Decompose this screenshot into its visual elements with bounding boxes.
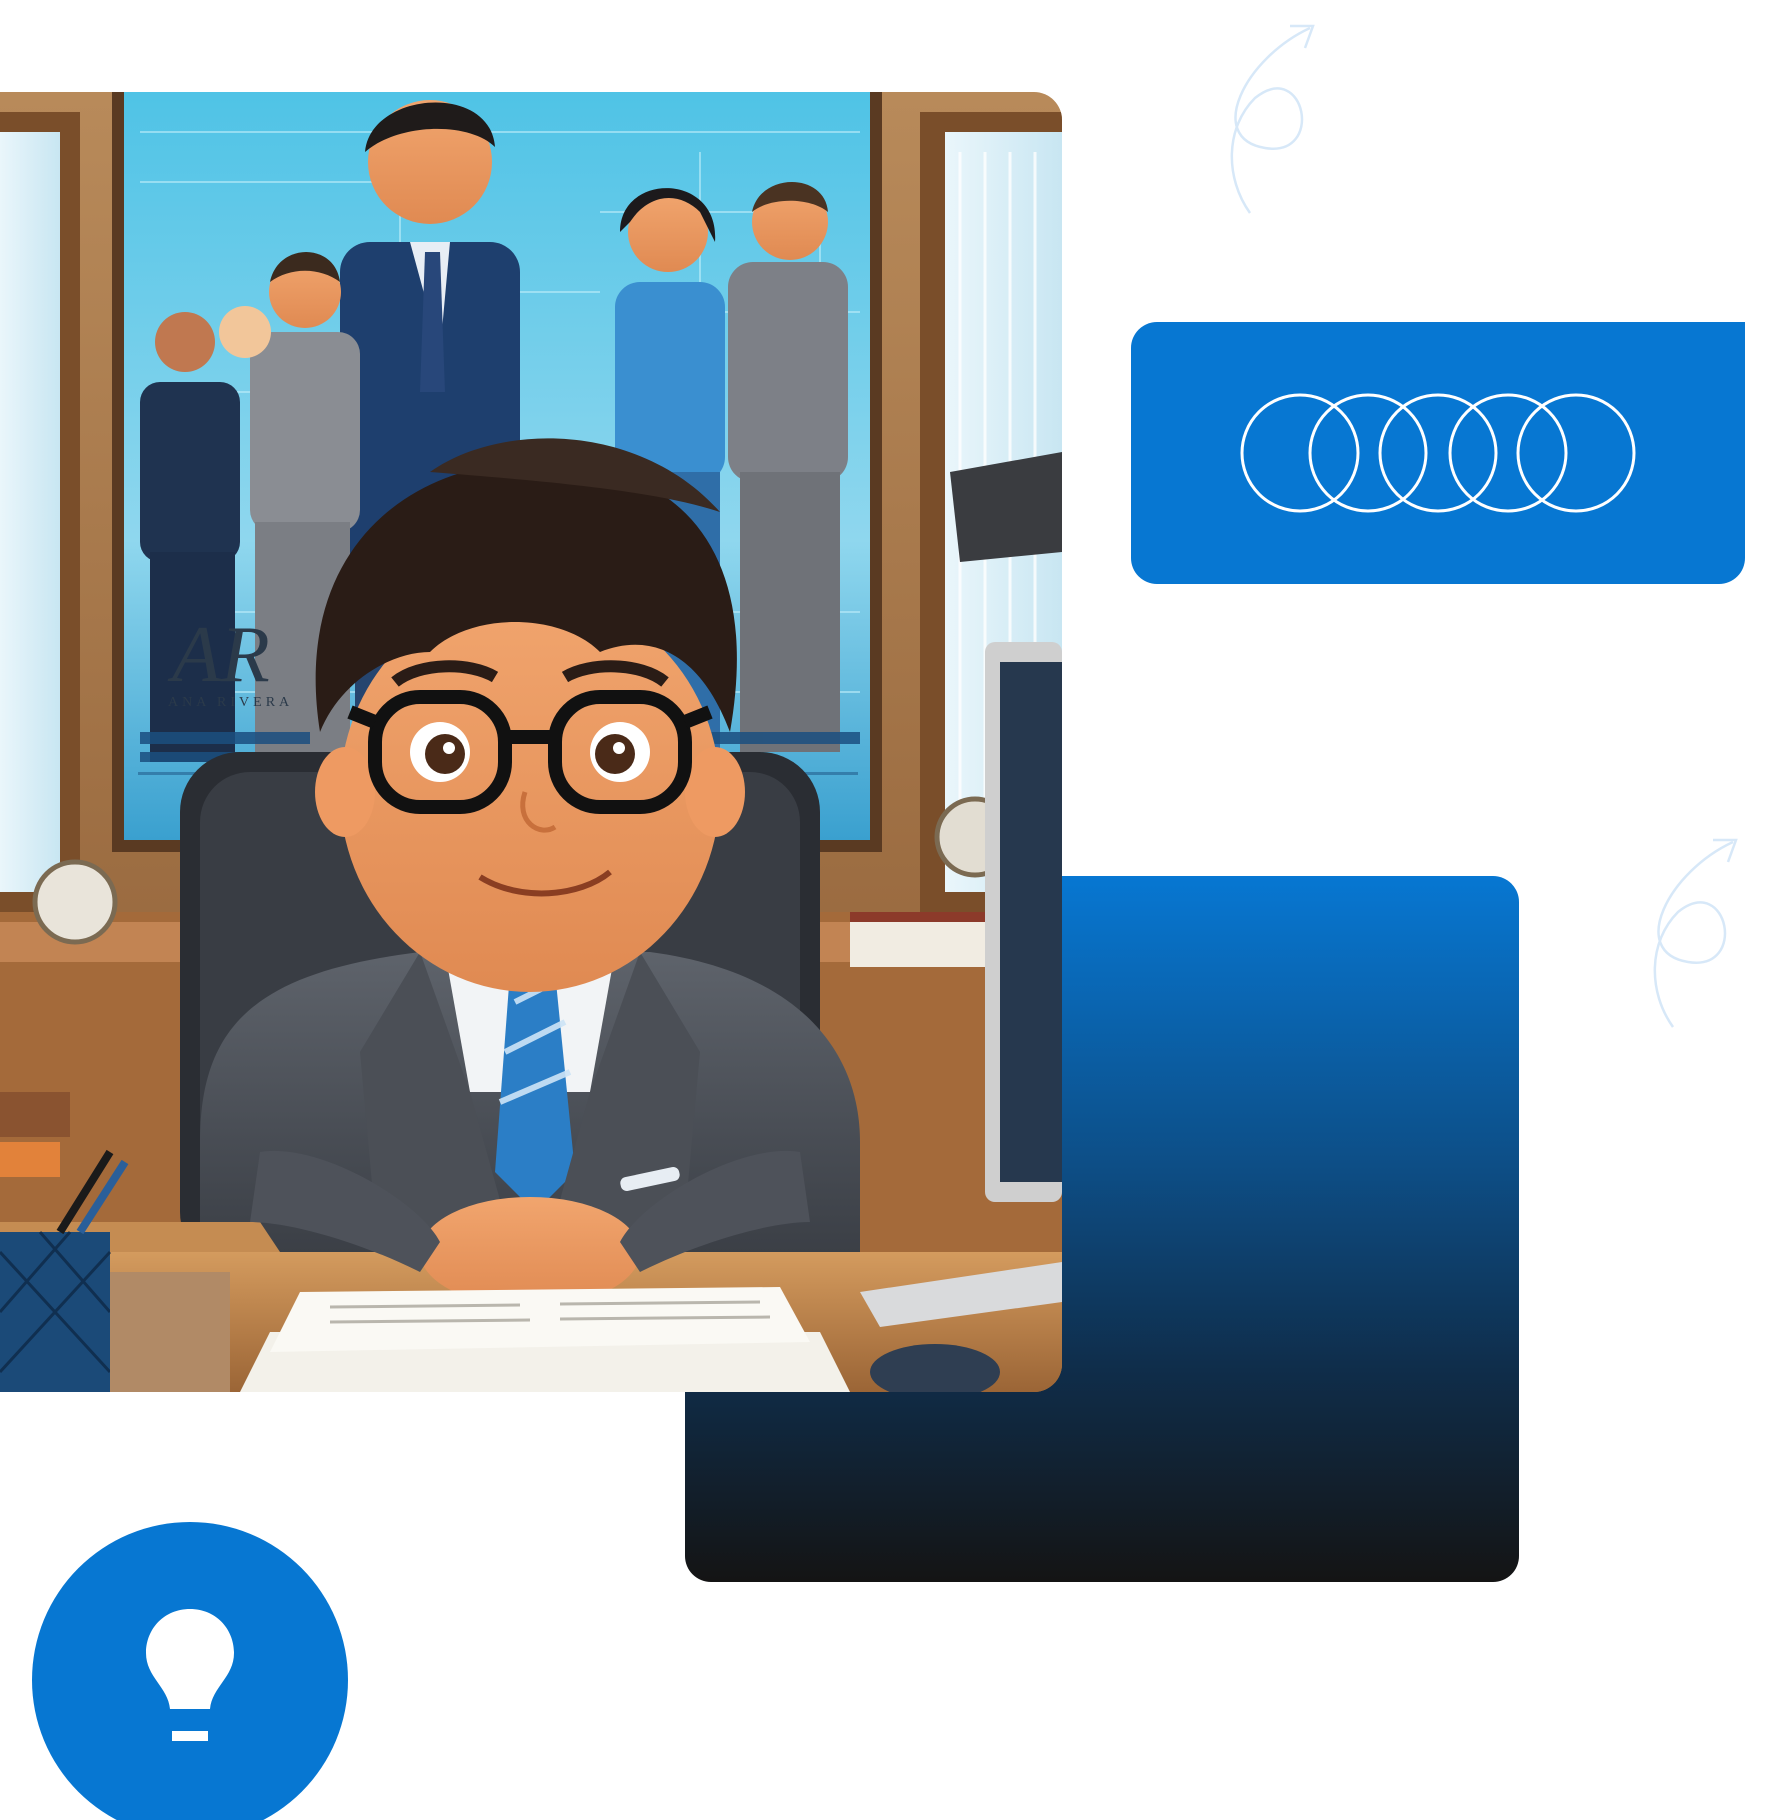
overlapping-rings-icon — [1240, 393, 1636, 513]
businessman-portrait-illustration — [0, 92, 1062, 1392]
poster-monogram: AR — [172, 611, 270, 699]
decorative-arrow-right — [1628, 832, 1748, 1032]
rings-card — [1131, 322, 1745, 584]
lightbulb-badge — [32, 1522, 348, 1820]
decorative-arrow-top — [1205, 18, 1325, 218]
lightbulb-icon — [146, 1609, 234, 1741]
poster-signature: ANA RIVERA — [168, 695, 294, 710]
